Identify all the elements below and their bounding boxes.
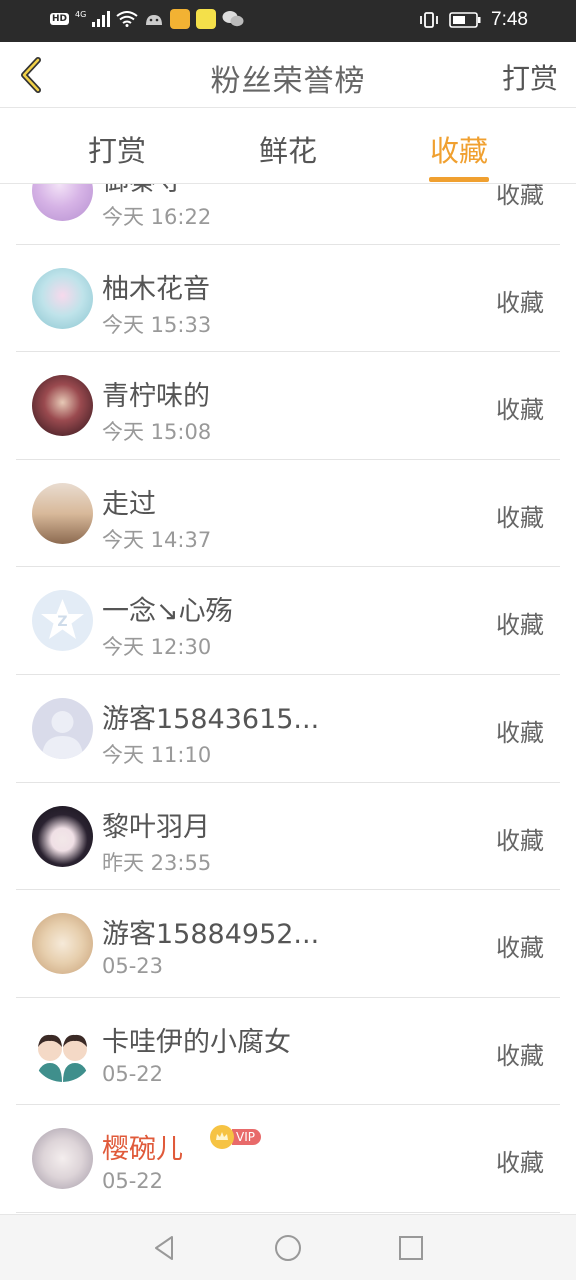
avatar[interactable] [32,913,93,975]
page-title: 粉丝荣誉榜 [210,64,366,99]
timestamp: 今天 15:33 [102,312,212,337]
app-notification-icon [196,9,217,29]
list-item[interactable]: 游客15843615... 今天 11:10 收藏 [16,675,560,783]
user-name: 游客15843615... [102,703,320,735]
wechat-icon [222,11,244,27]
action-label: 收藏 [496,1149,544,1178]
hd-badge: HD [50,13,70,25]
timestamp: 05-22 [102,1061,164,1086]
user-name: 一念↘心殇 [102,596,233,628]
user-name: 卡哇伊的小腐女 [102,1026,291,1058]
timestamp: 今天 15:08 [102,420,212,445]
avatar[interactable] [32,482,93,544]
system-nav-bar [0,1214,576,1280]
vibrate-icon [420,12,438,28]
signal-icon [92,11,111,27]
tab-favorites[interactable]: 收藏 [430,128,488,170]
status-icons-left: HD 4G [50,9,244,29]
crown-icon [210,1125,234,1150]
list-item[interactable]: 走过 今天 14:37 收藏 [16,460,560,568]
timestamp: 今天 14:37 [102,527,212,552]
user-name: 青柠味的 [102,381,210,413]
user-name: 御秦寻 [102,184,183,198]
home-circle-icon[interactable] [273,1233,303,1263]
avatar[interactable] [32,184,93,221]
timestamp: 今天 16:22 [102,205,212,229]
app-notification-icon [170,9,191,29]
wifi-icon [116,11,138,27]
list-item[interactable]: Z 一念↘心殇 今天 12:30 收藏 [16,567,560,675]
list-item[interactable]: 御秦寻 今天 16:22 收藏 [16,184,560,245]
active-tab-indicator [429,177,489,182]
tab-bar: 打赏 鲜花 收藏 [0,108,576,184]
timestamp: 05-22 [102,1169,164,1194]
user-name: 樱碗儿 [102,1134,183,1166]
action-label: 收藏 [496,184,544,209]
vip-badge: VIP [210,1125,261,1150]
avatar[interactable] [32,805,93,867]
user-name: 柚木花音 [102,273,210,305]
list-item[interactable]: 黎叶羽月 昨天 23:55 收藏 [16,783,560,891]
timestamp: 今天 12:30 [102,635,212,660]
android-icon [146,15,163,25]
status-icons-right: 7:48 [419,9,528,31]
recents-square-icon[interactable] [396,1233,426,1263]
user-name: 黎叶羽月 [102,811,210,843]
list-item[interactable]: 青柠味的 今天 15:08 收藏 [16,352,560,460]
action-label: 收藏 [496,611,544,640]
user-name: 走过 [102,488,156,520]
action-label: 收藏 [496,503,544,532]
crown-glyph-icon [216,1132,228,1141]
clock: 7:48 [491,9,528,30]
list-item[interactable]: 卡哇伊的小腐女 05-22 收藏 [16,998,560,1106]
avatar[interactable] [32,1020,93,1082]
fan-list[interactable]: 御秦寻 今天 16:22 收藏 柚木花音 今天 15:33 收藏 青柠味的 今天… [0,184,576,1214]
avatar[interactable] [32,1128,93,1190]
status-bar: HD 4G 7:48 [0,0,576,42]
timestamp: 05-23 [102,954,164,979]
vip-tag: VIP [232,1129,261,1146]
tab-flowers[interactable]: 鲜花 [259,128,317,170]
avatar[interactable]: Z [32,590,93,652]
action-label: 收藏 [496,718,544,747]
avatar[interactable] [32,697,93,759]
default-person-icon [42,710,83,759]
timestamp: 昨天 23:55 [102,850,212,875]
action-label: 收藏 [496,826,544,855]
svg-text:Z: Z [57,614,67,630]
avatar[interactable] [32,267,93,329]
action-label: 收藏 [496,288,544,317]
action-label: 收藏 [496,934,544,963]
title-bar: 粉丝荣誉榜 打赏 [0,42,576,108]
qzone-star-icon: Z [41,599,84,640]
battery-icon [449,12,481,28]
list-item[interactable]: 樱碗儿 VIP 05-22 收藏 [16,1105,560,1213]
user-name: 游客15884952... [102,919,320,951]
action-label: 收藏 [496,396,544,425]
list-item[interactable]: 柚木花音 今天 15:33 收藏 [16,245,560,353]
timestamp: 今天 11:10 [102,742,212,767]
tab-reward[interactable]: 打赏 [88,128,146,170]
fan-list-content: 御秦寻 今天 16:22 收藏 柚木花音 今天 15:33 收藏 青柠味的 今天… [0,184,576,1213]
avatar[interactable] [32,375,93,437]
two-boys-avatar-icon [36,1034,89,1082]
reward-button[interactable]: 打赏 [502,57,558,97]
network-type: 4G [75,9,87,19]
action-label: 收藏 [496,1041,544,1070]
back-triangle-icon[interactable] [150,1233,180,1263]
list-item[interactable]: 游客15884952... 05-23 收藏 [16,890,560,998]
